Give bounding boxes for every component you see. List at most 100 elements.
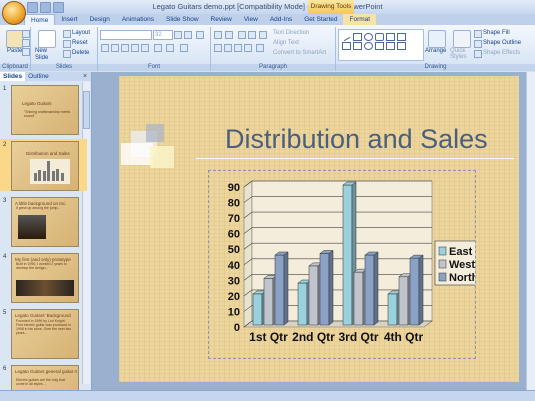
- y-tick-label: 40: [228, 260, 240, 272]
- arrow-shape-icon[interactable]: [397, 33, 406, 41]
- decrease-indent-icon[interactable]: [238, 31, 246, 39]
- callout-shape-icon[interactable]: [375, 42, 384, 50]
- clear-formatting-icon[interactable]: [196, 31, 204, 39]
- tab-slides[interactable]: Slides: [0, 72, 26, 81]
- reset-button[interactable]: Reset: [72, 40, 88, 46]
- cut-icon[interactable]: [22, 30, 30, 38]
- bar-east-2: [297, 282, 308, 326]
- slides-group: New Slide Layout Reset Delete Slides: [31, 27, 98, 71]
- copy-icon[interactable]: [22, 39, 30, 47]
- new-slide-icon[interactable]: [38, 30, 56, 48]
- rectangle-shape-icon[interactable]: [353, 33, 362, 41]
- shapes-gallery[interactable]: [338, 29, 424, 61]
- change-case-icon[interactable]: [166, 44, 174, 52]
- shrink-font-icon[interactable]: [184, 31, 192, 39]
- thumbnail-subtitle: Built in 1990, I worked 2 years to devel…: [16, 262, 67, 270]
- office-button[interactable]: [2, 1, 26, 25]
- tab-view[interactable]: View: [238, 14, 264, 25]
- bar-north-4: [409, 257, 420, 326]
- convert-smartart-button[interactable]: Convert to SmartArt: [273, 50, 326, 56]
- close-icon[interactable]: ×: [83, 73, 87, 80]
- slide-thumbnail-3[interactable]: 3 A little background on Inc. It grew up…: [0, 195, 87, 247]
- tab-home[interactable]: Home: [24, 14, 56, 25]
- bar-west-4: [398, 276, 409, 326]
- slide-thumbnail-1[interactable]: 1 Legato Guitars "Shining craftsmanship …: [0, 83, 87, 135]
- brace-shape-icon[interactable]: [353, 42, 362, 50]
- slide-thumbnail-2[interactable]: 2 Distribution and Sales: [0, 139, 87, 191]
- font-color-icon[interactable]: [180, 44, 188, 52]
- align-right-icon[interactable]: [234, 44, 242, 52]
- thumbnail-photo-icon: [18, 215, 46, 239]
- tab-insert[interactable]: Insert: [55, 14, 83, 25]
- curve-shape-icon[interactable]: [342, 42, 351, 50]
- slide-thumbnail-4[interactable]: 4 My first (and only) prototype Built in…: [0, 251, 87, 303]
- quick-styles-icon[interactable]: [453, 30, 471, 48]
- character-spacing-icon[interactable]: [154, 44, 162, 52]
- font-size-field[interactable]: 32: [153, 30, 173, 40]
- slide-title[interactable]: Distribution and Sales: [225, 124, 488, 155]
- italic-icon[interactable]: [111, 44, 119, 52]
- underline-icon[interactable]: [121, 44, 129, 52]
- oval-shape-icon[interactable]: [364, 33, 373, 41]
- layout-button[interactable]: Layout: [72, 30, 90, 36]
- bar-north-3: [364, 254, 375, 326]
- triangle-shape-icon[interactable]: [386, 33, 395, 41]
- star-shape-icon[interactable]: [364, 42, 373, 50]
- tab-review[interactable]: Review: [205, 14, 238, 25]
- arrange-button[interactable]: Arrange: [425, 48, 446, 54]
- shape-effects-button[interactable]: Shape Effects: [483, 50, 520, 56]
- slide-number: 3: [3, 198, 7, 204]
- shape-fill-button[interactable]: Shape Fill: [483, 30, 510, 36]
- strikethrough-icon[interactable]: [131, 44, 139, 52]
- shape-fill-icon: [474, 30, 482, 38]
- align-text-button[interactable]: Align Text: [273, 40, 299, 46]
- bullets-icon[interactable]: [214, 31, 222, 39]
- bar-east-1: [252, 293, 263, 326]
- align-center-icon[interactable]: [224, 44, 232, 52]
- justify-icon[interactable]: [244, 44, 252, 52]
- tab-design[interactable]: Design: [84, 14, 116, 25]
- block-arrow-shape-icon[interactable]: [386, 42, 395, 50]
- shape-outline-icon: [474, 40, 482, 48]
- increase-indent-icon[interactable]: [248, 31, 256, 39]
- tab-get-started[interactable]: Get Started: [298, 14, 343, 25]
- tab-outline[interactable]: Outline: [25, 72, 52, 81]
- tab-add-ins[interactable]: Add-Ins: [264, 14, 298, 25]
- bar-north-1: [274, 254, 285, 326]
- tab-format[interactable]: Format: [343, 14, 377, 25]
- slide-scrollbar[interactable]: [526, 72, 535, 390]
- y-tick-label: 80: [228, 198, 240, 210]
- chart-container[interactable]: 0 10 20 30 40 50 60 70 80 90 1st Qtr 2nd Qtr 3rd Qtr…: [208, 170, 476, 359]
- new-slide-button[interactable]: New Slide: [35, 48, 57, 62]
- columns-icon[interactable]: [256, 44, 264, 52]
- bold-icon[interactable]: [101, 44, 109, 52]
- delete-button[interactable]: Delete: [72, 50, 89, 56]
- slide-number: 6: [3, 366, 7, 372]
- rounded-rect-shape-icon[interactable]: [375, 33, 384, 41]
- format-painter-icon[interactable]: [22, 48, 30, 56]
- tab-animations[interactable]: Animations: [116, 14, 160, 25]
- x-tick-label: 1st Qtr: [249, 330, 288, 344]
- slide-thumbnail-6[interactable]: 6 Legato Guitars general guitar market i…: [0, 363, 87, 390]
- text-direction-button[interactable]: Text Direction: [273, 30, 309, 36]
- flowchart-shape-icon[interactable]: [397, 42, 406, 50]
- tab-slide-show[interactable]: Slide Show: [160, 14, 205, 25]
- slide-thumbnail-5[interactable]: 5 Legato Guitars' Background Founded in …: [0, 307, 87, 359]
- font-name-field[interactable]: [100, 30, 152, 40]
- legend-label: West: [449, 259, 475, 271]
- arrange-icon[interactable]: [428, 30, 446, 48]
- text-shadow-icon[interactable]: [141, 44, 149, 52]
- paragraph-group: Text Direction Align Text Convert to Sma…: [211, 27, 336, 71]
- y-tick-label: 90: [228, 182, 240, 194]
- numbering-icon[interactable]: [225, 31, 233, 39]
- bar-north-4-side: [418, 254, 424, 326]
- ribbon-tabs: Home Insert Design Animations Slide Show…: [0, 14, 535, 25]
- y-tick-label: 0: [234, 322, 240, 334]
- align-left-icon[interactable]: [214, 44, 222, 52]
- line-shape-icon[interactable]: [340, 31, 351, 42]
- grow-font-icon[interactable]: [174, 31, 182, 39]
- paste-button[interactable]: Paste: [7, 48, 22, 54]
- line-spacing-icon[interactable]: [259, 31, 267, 39]
- shape-outline-button[interactable]: Shape Outline: [483, 40, 521, 46]
- quick-styles-button[interactable]: Quick Styles: [450, 48, 472, 60]
